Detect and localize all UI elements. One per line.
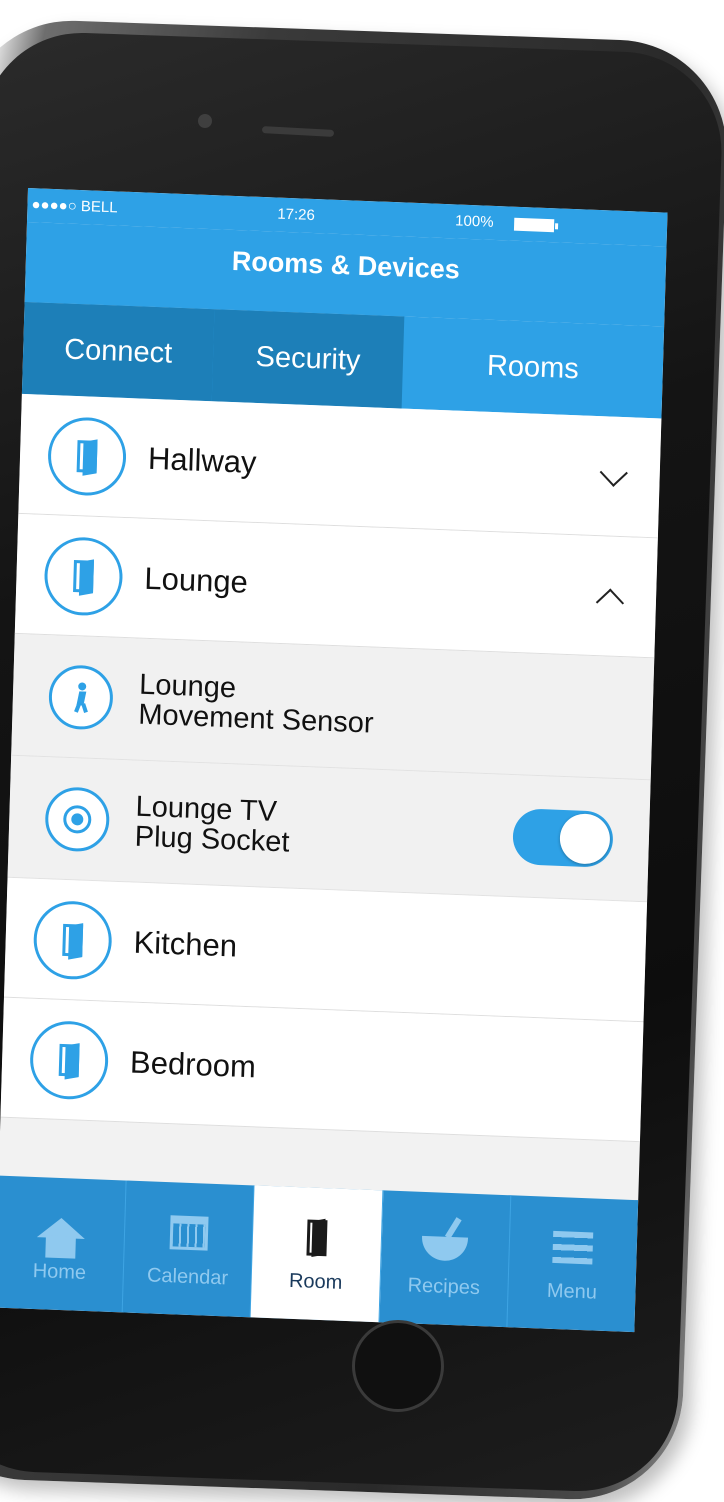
device-icon-circle [44,785,111,853]
bottom-tab-label: Recipes [407,1273,481,1299]
toggle-knob [559,812,611,865]
door-icon [62,923,84,957]
bottom-tab-label: Menu [546,1279,598,1304]
door-icon [73,559,94,593]
room-icon-circle [29,1019,110,1101]
device-row-lounge-movement-sensor[interactable]: Lounge Movement Sensor [11,633,655,781]
device-icon-circle [47,663,114,731]
room-icon-circle [32,899,113,981]
phone-home-button[interactable] [352,1320,444,1412]
room-icon-circle [46,415,128,497]
device-label: Lounge Movement Sensor [137,668,375,740]
app-screen: ●●●●○ BELL 17:26 100% Rooms & Devices Co… [0,188,668,1333]
device-label-line2: Plug Socket [134,820,290,859]
phone-mockup: ●●●●○ BELL 17:26 100% Rooms & Devices Co… [0,0,724,1502]
bottom-tab-room[interactable]: Room [250,1185,384,1323]
room-row-bedroom[interactable]: Bedroom [0,997,644,1143]
bottom-tab-recipes[interactable]: Recipes [379,1190,512,1328]
door-icon [58,1043,80,1077]
plug-power-toggle[interactable] [512,807,614,868]
bottom-tab-menu[interactable]: Menu [507,1195,638,1332]
status-time: 17:26 [277,205,316,225]
bottom-tab-label: Calendar [146,1263,229,1289]
bottom-tab-home[interactable]: Home [0,1175,127,1313]
door-icon [76,439,98,473]
mortar-bowl-icon [421,1218,469,1266]
device-label: Lounge TV Plug Socket [134,790,290,859]
door-icon [293,1213,340,1261]
bottom-tab-label: Home [32,1259,87,1284]
calendar-icon [165,1209,212,1257]
tab-rooms[interactable]: Rooms [402,317,665,419]
home-icon [36,1204,86,1252]
room-label: Hallway [147,440,258,480]
room-label: Bedroom [129,1044,257,1084]
bottom-tab-calendar[interactable]: Calendar [122,1180,255,1318]
carrier-signal: ●●●●○ BELL [31,196,118,217]
device-label-line2: Movement Sensor [137,698,375,740]
tab-security[interactable]: Security [211,309,405,409]
bottom-tab-label: Room [288,1269,343,1294]
person-walking-icon [69,681,92,713]
chevron-up-icon[interactable] [595,588,625,617]
bottom-tab-bar: Home Calendar Room Recipes Menu [0,1175,639,1333]
room-label: Lounge [143,560,249,600]
front-camera [198,114,212,128]
tab-connect[interactable]: Connect [21,301,215,402]
device-row-lounge-tv-plug[interactable]: Lounge TV Plug Socket [7,755,651,903]
room-label: Kitchen [133,924,238,964]
plug-socket-icon [62,804,92,834]
battery-icon [513,217,555,233]
room-icon-circle [43,535,124,617]
page-title: Rooms & Devices [231,245,461,285]
battery-percent: 100% [454,212,494,231]
rooms-list: Hallway Lounge Lounge Movement Sensor Lo… [0,393,662,1143]
hamburger-menu-icon [550,1223,597,1271]
chevron-down-icon[interactable] [599,458,628,487]
